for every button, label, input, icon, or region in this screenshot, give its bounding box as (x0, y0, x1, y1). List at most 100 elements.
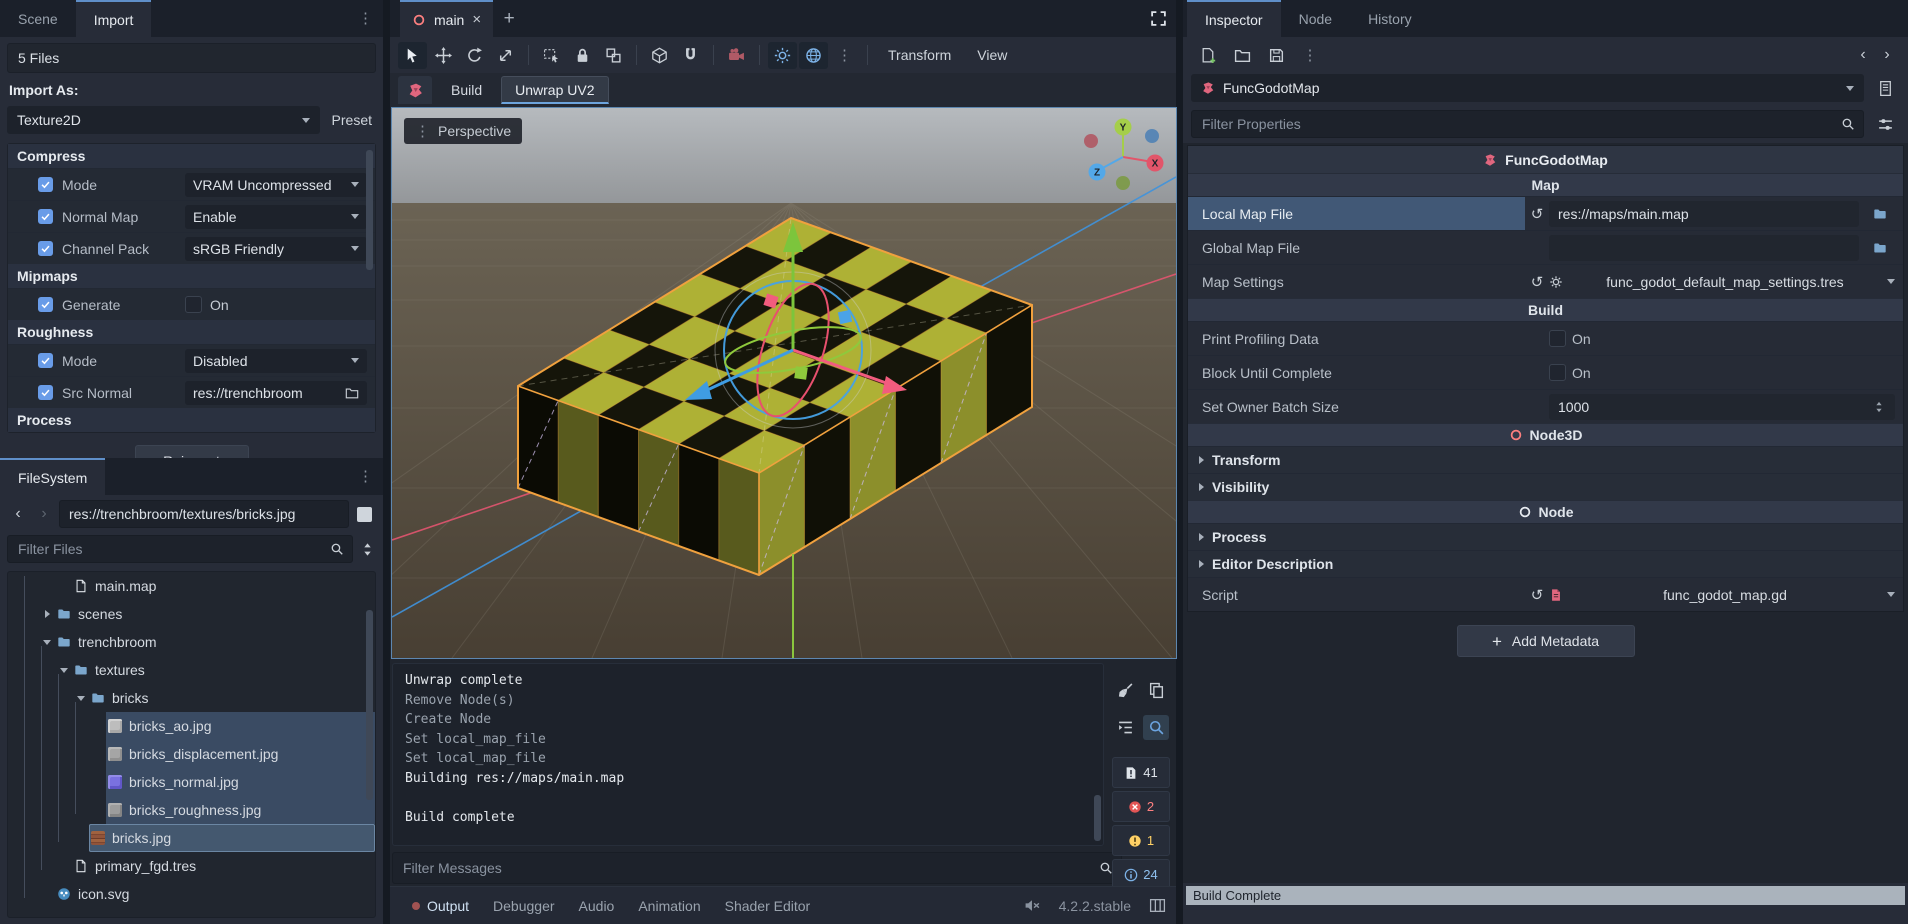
clear-output-button[interactable] (1112, 678, 1138, 703)
property-name-style-button[interactable] (1870, 111, 1900, 138)
filesystem-path[interactable]: res://trenchbroom/textures/bricks.jpg (59, 500, 349, 528)
warnings-badge[interactable]: 1 (1112, 825, 1170, 856)
layout-columns-icon[interactable] (1149, 897, 1166, 914)
tab-history[interactable]: History (1350, 0, 1430, 37)
transform-menu[interactable]: Transform (876, 47, 963, 63)
view-menu[interactable]: View (965, 47, 1019, 63)
list-item[interactable]: bricks_normal.jpg (8, 768, 375, 796)
collapse-arrow-icon[interactable] (73, 696, 89, 701)
checkbox-unchecked[interactable] (1549, 364, 1566, 381)
snap-toggle-button[interactable] (676, 42, 705, 69)
tree-scrollbar[interactable] (366, 610, 373, 800)
resource-gear-icon[interactable] (1549, 275, 1563, 289)
list-item[interactable]: bricks (8, 684, 375, 712)
preset-button[interactable]: Preset (332, 112, 376, 128)
filter-properties-input[interactable] (1200, 115, 1835, 133)
select-tool-button[interactable] (398, 42, 427, 69)
scene-tab-main[interactable]: main × (400, 0, 493, 37)
output-log[interactable]: Unwrap complete Remove Node(s) Create No… (392, 663, 1104, 846)
list-item[interactable]: scenes (8, 600, 375, 628)
channel-pack-select[interactable]: sRGB Friendly (185, 237, 367, 261)
list-item[interactable]: bricks.jpg (8, 824, 375, 852)
sun-preview-button[interactable] (768, 42, 797, 69)
collapse-duplicates-button[interactable] (1112, 715, 1138, 740)
normal-map-select[interactable]: Enable (185, 205, 367, 229)
src-normal-path-field[interactable]: res://trenchbroom (185, 381, 367, 405)
list-item[interactable]: main.map (8, 572, 375, 600)
group-editor-description[interactable]: Editor Description (1188, 550, 1903, 577)
tab-inspector[interactable]: Inspector (1187, 0, 1281, 37)
sort-files-icon[interactable] (359, 541, 376, 558)
tab-animation[interactable]: Animation (626, 898, 712, 914)
group-transform[interactable]: Transform (1188, 446, 1903, 473)
compress-mode-select[interactable]: VRAM Uncompressed (185, 173, 367, 197)
errors-badge[interactable]: 2 (1112, 791, 1170, 822)
import-scrollbar[interactable] (366, 150, 373, 270)
dock-options-icon[interactable]: ⋮ (348, 458, 383, 495)
nav-forward-button[interactable]: › (33, 502, 55, 526)
new-resource-button[interactable] (1193, 42, 1223, 69)
group-node-button[interactable] (599, 42, 628, 69)
build-button[interactable]: Build (438, 76, 495, 104)
property-label[interactable]: Map Settings (1188, 265, 1525, 298)
roughness-mode-select[interactable]: Disabled (185, 349, 367, 373)
property-row-script[interactable]: Script ↺ func_godot_map.gd (1188, 577, 1903, 611)
group-visibility[interactable]: Visibility (1188, 473, 1903, 500)
tab-output[interactable]: Output (400, 898, 481, 914)
list-item[interactable]: icon.svg (8, 880, 375, 908)
revert-icon[interactable]: ↺ (1525, 273, 1549, 291)
all-messages-badge[interactable]: 41 (1112, 757, 1170, 788)
viewport-3d[interactable]: Y X Z ⋮ Perspective (391, 107, 1177, 659)
checkbox-checked[interactable] (38, 353, 53, 368)
tab-node[interactable]: Node (1281, 0, 1350, 37)
folder-icon[interactable] (345, 386, 359, 400)
global-map-file-field[interactable] (1549, 235, 1859, 261)
tab-import[interactable]: Import (76, 0, 152, 37)
history-back-button[interactable]: ‹ (1852, 43, 1874, 67)
ruler-mode-button[interactable] (645, 42, 674, 69)
batch-size-spinner[interactable]: 1000 (1549, 394, 1895, 420)
collapse-arrow-icon[interactable] (39, 640, 55, 645)
perspective-menu[interactable]: ⋮ Perspective (404, 118, 522, 144)
filter-messages-input[interactable] (401, 859, 1093, 877)
move-tool-button[interactable] (429, 42, 458, 69)
property-row-print-profiling[interactable]: Print Profiling Data ↺ On (1188, 321, 1903, 355)
checkbox-checked[interactable] (38, 385, 53, 400)
chevron-down-icon[interactable] (1887, 592, 1895, 597)
property-row-local-map-file[interactable]: Local Map File ↺ res://maps/main.map (1188, 196, 1903, 230)
unwrap-uv2-button[interactable]: Unwrap UV2 (501, 76, 608, 104)
checkbox-checked[interactable] (38, 241, 53, 256)
box-select-button[interactable] (537, 42, 566, 69)
property-row-block-until-complete[interactable]: Block Until Complete ↺ On (1188, 355, 1903, 389)
open-docs-button[interactable] (1870, 75, 1900, 102)
add-scene-tab-button[interactable]: + (493, 0, 525, 37)
checkbox-unchecked[interactable] (1549, 330, 1566, 347)
list-item[interactable]: trenchbroom (8, 628, 375, 656)
property-row-map-settings[interactable]: Map Settings ↺ func_godot_default_map_se… (1188, 264, 1903, 298)
revert-icon[interactable]: ↺ (1525, 205, 1549, 223)
list-item[interactable]: bricks_displacement.jpg (8, 740, 375, 768)
import-type-select[interactable]: Texture2D (7, 106, 320, 134)
nav-back-button[interactable]: ‹ (7, 502, 29, 526)
checkbox-checked[interactable] (38, 209, 53, 224)
copy-output-button[interactable] (1143, 678, 1169, 703)
list-item[interactable]: bricks_ao.jpg (8, 712, 375, 740)
load-resource-button[interactable] (1227, 42, 1257, 69)
tab-filesystem[interactable]: FileSystem (0, 458, 105, 495)
edited-object-selector[interactable]: FuncGodotMap (1191, 74, 1864, 102)
tab-audio[interactable]: Audio (567, 898, 627, 914)
browse-file-button[interactable] (1865, 234, 1895, 261)
local-map-file-field[interactable]: res://maps/main.map (1549, 201, 1859, 227)
list-item[interactable]: bricks_roughness.jpg (8, 796, 375, 824)
chevron-down-icon[interactable] (1887, 279, 1895, 284)
environment-preview-button[interactable] (799, 42, 828, 69)
property-label[interactable]: Block Until Complete (1188, 356, 1525, 389)
preview-camera-button[interactable] (722, 42, 751, 69)
checkbox-unchecked[interactable] (185, 296, 202, 313)
save-resource-button[interactable] (1261, 42, 1291, 69)
revert-icon[interactable]: ↺ (1525, 586, 1549, 604)
spinner-updown-icon[interactable] (1872, 400, 1886, 414)
property-label[interactable]: Print Profiling Data (1188, 322, 1525, 355)
show-search-button[interactable] (1143, 715, 1169, 740)
lock-node-button[interactable] (568, 42, 597, 69)
